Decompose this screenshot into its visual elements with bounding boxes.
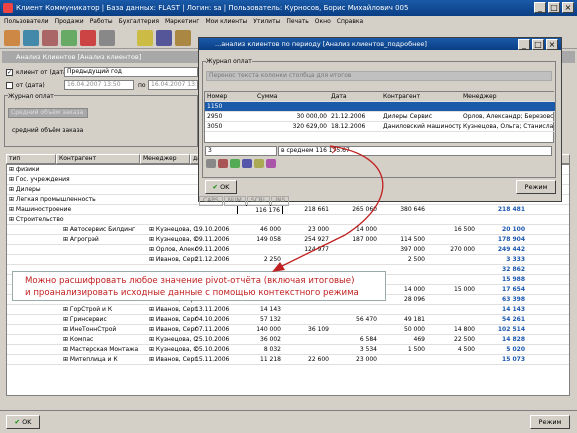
mode-label: Режим	[538, 418, 562, 426]
arrow-curve	[277, 145, 384, 269]
arrow-head	[272, 262, 285, 272]
annotation-arrow	[272, 145, 384, 272]
bottom-bar: ✔ OK Режим	[0, 410, 577, 433]
ok-label: OK	[22, 418, 32, 426]
mode-button[interactable]: Режим	[530, 415, 570, 429]
ok-button[interactable]: ✔ OK	[6, 415, 40, 429]
